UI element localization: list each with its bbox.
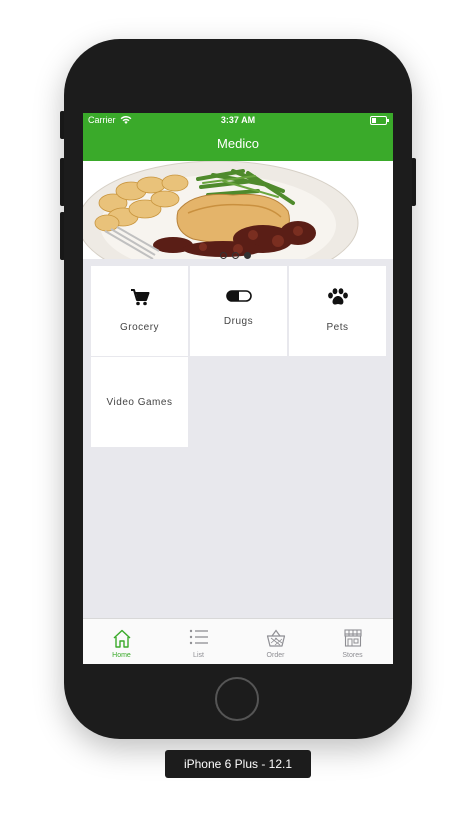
battery-icon	[370, 116, 389, 125]
tab-label: Order	[266, 652, 285, 659]
tab-label: Stores	[342, 652, 363, 659]
home-button[interactable]	[215, 677, 259, 721]
paw-icon	[327, 288, 348, 305]
basket-icon	[266, 629, 285, 647]
category-grocery[interactable]: Grocery	[91, 266, 188, 356]
pager-dot-active[interactable]	[244, 252, 251, 259]
tab-label: List	[193, 652, 204, 659]
tab-home[interactable]: Home	[83, 619, 160, 664]
tab-order[interactable]: Order	[237, 619, 314, 664]
pill-icon	[225, 290, 252, 302]
home-icon	[113, 629, 130, 648]
store-icon	[343, 629, 362, 647]
tab-bar: Home List Order Stores	[83, 618, 393, 664]
device-label: iPhone 6 Plus - 12.1	[165, 750, 311, 778]
page-title: Medico	[217, 136, 259, 151]
tab-label: Home	[112, 652, 131, 659]
banner-carousel[interactable]	[83, 161, 393, 259]
pager-dot[interactable]	[232, 252, 239, 259]
cart-icon	[130, 289, 149, 306]
category-label: Grocery	[119, 322, 160, 333]
category-label: Drugs	[223, 316, 254, 327]
category-label: Video Games	[106, 397, 173, 408]
food-plate-image	[83, 161, 393, 259]
app-screen: Carrier 3:37 AM Medico Grocery Drugs Pet…	[83, 113, 393, 664]
simulator-stage: Carrier 3:37 AM Medico Grocery Drugs Pet…	[0, 0, 476, 814]
status-bar: Carrier 3:37 AM	[83, 113, 393, 128]
pager-dot[interactable]	[220, 252, 227, 259]
tab-stores[interactable]: Stores	[314, 619, 391, 664]
list-icon	[189, 629, 208, 645]
category-label: Pets	[326, 322, 349, 333]
category-drugs[interactable]: Drugs	[190, 266, 287, 356]
category-pets[interactable]: Pets	[289, 266, 386, 356]
status-time: 3:37 AM	[220, 115, 256, 125]
navigation-bar: Medico	[83, 128, 393, 161]
carousel-pager[interactable]	[220, 246, 256, 259]
tab-list[interactable]: List	[160, 619, 237, 664]
category-video-games[interactable]: Video Games	[91, 357, 188, 447]
